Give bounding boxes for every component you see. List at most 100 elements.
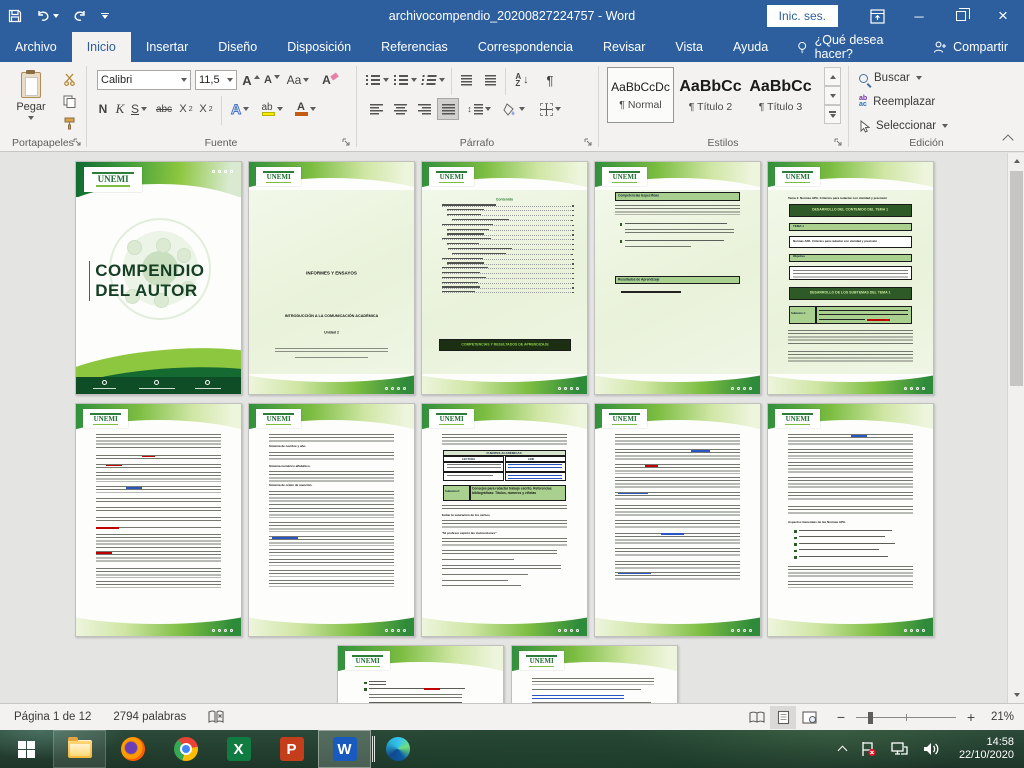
select-button[interactable]: Seleccionar — [859, 116, 948, 136]
document-page-7[interactable]: UNEMISistema de nombre y año.Sistema num… — [248, 403, 415, 637]
taskbar-chrome-icon[interactable] — [159, 730, 212, 768]
align-left-button[interactable] — [365, 98, 387, 120]
document-page-11[interactable]: UNEMI — [337, 645, 504, 703]
paragraph-dialog-launcher-icon[interactable] — [584, 138, 594, 148]
tab-diseño[interactable]: Diseño — [203, 32, 272, 62]
tab-referencias[interactable]: Referencias — [366, 32, 463, 62]
sort-button[interactable]: AZ↓ — [509, 69, 535, 91]
document-page-12[interactable]: UNEMI — [511, 645, 678, 703]
scroll-up-icon[interactable] — [1008, 153, 1024, 169]
style-card-título3[interactable]: AaBbCc¶ Título 3 — [747, 67, 814, 123]
document-page-8[interactable]: UNEMIFUENTES ACADÉMICASLECTURALINKSubtem… — [421, 403, 588, 637]
taskbar-edge-icon[interactable] — [371, 730, 424, 768]
font-dialog-launcher-icon[interactable] — [342, 138, 352, 148]
tab-insertar[interactable]: Insertar — [131, 32, 203, 62]
undo-icon[interactable] — [36, 10, 59, 23]
vertical-scrollbar[interactable] — [1007, 153, 1024, 703]
font-size-combo[interactable]: 11,5 — [195, 70, 237, 90]
change-case-button[interactable]: Aa — [285, 69, 311, 91]
document-page-10[interactable]: UNEMIAspectos Generales de las Normas AP… — [767, 403, 934, 637]
document-page-2[interactable]: UNEMIINFORMES Y ENSAYOSINTRODUCCIÓN A LA… — [248, 161, 415, 395]
redo-icon[interactable] — [73, 10, 87, 23]
customize-quick-access-icon[interactable] — [101, 13, 109, 19]
tab-revisar[interactable]: Revisar — [588, 32, 660, 62]
document-page-9[interactable]: UNEMI — [594, 403, 761, 637]
save-icon[interactable] — [8, 9, 22, 23]
tab-archivo[interactable]: Archivo — [0, 32, 72, 62]
document-page-5[interactable]: UNEMITema 1: Normas APA. Criterios para … — [767, 161, 934, 395]
styles-dialog-launcher-icon[interactable] — [834, 138, 844, 148]
bullets-button[interactable] — [365, 69, 389, 91]
document-page-6[interactable]: UNEMI — [75, 403, 242, 637]
borders-button[interactable] — [535, 98, 565, 120]
clipboard-dialog-launcher-icon[interactable] — [73, 138, 83, 148]
subscript-button[interactable]: X2 — [177, 98, 195, 120]
tab-inicio[interactable]: Inicio — [72, 32, 131, 62]
align-right-button[interactable] — [413, 98, 435, 120]
clear-formatting-button[interactable]: A — [319, 69, 341, 91]
taskbar-clock[interactable]: 14:58 22/10/2020 — [953, 736, 1014, 762]
tab-vista[interactable]: Vista — [660, 32, 718, 62]
increase-indent-button[interactable] — [479, 69, 501, 91]
align-center-button[interactable] — [389, 98, 411, 120]
tab-correspondencia[interactable]: Correspondencia — [463, 32, 588, 62]
tab-ayuda[interactable]: Ayuda — [718, 32, 783, 62]
read-mode-button[interactable] — [744, 706, 770, 729]
find-button[interactable]: Buscar — [859, 68, 922, 88]
superscript-button[interactable]: X2 — [197, 98, 215, 120]
taskbar-start-icon[interactable] — [0, 730, 53, 768]
format-painter-button[interactable] — [58, 112, 80, 134]
network-icon[interactable] — [890, 741, 909, 757]
font-name-combo[interactable]: Calibri — [97, 70, 191, 90]
taskbar-excel-icon[interactable]: X — [212, 730, 265, 768]
page-indicator[interactable]: Página 1 de 12 — [14, 711, 91, 723]
justify-button[interactable] — [437, 98, 459, 120]
collapse-ribbon-icon[interactable] — [1000, 133, 1016, 147]
close-button[interactable]: × — [982, 0, 1024, 32]
styles-scroll-down-icon[interactable] — [824, 86, 841, 105]
shrink-font-button[interactable]: A — [263, 69, 281, 91]
cut-button[interactable] — [58, 68, 80, 90]
styles-more-icon[interactable] — [824, 105, 841, 124]
action-center-flag-icon[interactable] — [859, 740, 877, 758]
document-page-1[interactable]: UNEMICOMPENDIODEL AUTOR — [75, 161, 242, 395]
zoom-level[interactable]: 21% — [982, 711, 1014, 723]
scrollbar-thumb[interactable] — [1010, 171, 1023, 386]
shading-button[interactable] — [499, 98, 529, 120]
font-color-button[interactable]: A — [291, 98, 319, 120]
print-layout-button[interactable] — [770, 706, 796, 729]
style-card-título2[interactable]: AaBbCc¶ Título 2 — [677, 67, 744, 123]
show-marks-button[interactable]: ¶ — [541, 69, 559, 91]
styles-scroll-up-icon[interactable] — [824, 67, 841, 86]
tray-expand-icon[interactable] — [837, 746, 847, 756]
line-spacing-button[interactable]: ↕ — [465, 98, 493, 120]
bold-button[interactable]: N — [95, 98, 111, 120]
share-button[interactable]: Compartir — [917, 32, 1024, 62]
document-page-4[interactable]: UNEMICompetencias EspecíficasResultados … — [594, 161, 761, 395]
scroll-down-icon[interactable] — [1008, 687, 1024, 703]
document-page-3[interactable]: UNEMIContenidoCOMPETENCIAS Y RESULTADOS … — [421, 161, 588, 395]
zoom-slider-thumb[interactable] — [868, 712, 873, 724]
italic-button[interactable]: K — [113, 98, 127, 120]
zoom-out-icon[interactable]: − — [832, 709, 850, 725]
tell-me-box[interactable]: ¿Qué desea hacer? — [783, 32, 917, 62]
restore-button[interactable] — [940, 0, 982, 32]
replace-button[interactable]: abac Reemplazar — [859, 92, 935, 112]
undo-dropdown-icon[interactable] — [53, 14, 59, 18]
ribbon-display-options-icon[interactable] — [856, 0, 898, 32]
text-effects-button[interactable]: A — [227, 98, 253, 120]
word-count[interactable]: 2794 palabras — [113, 711, 186, 723]
zoom-in-icon[interactable]: + — [962, 709, 980, 725]
minimize-button[interactable]: ─ — [898, 0, 940, 32]
document-canvas[interactable]: UNEMICOMPENDIODEL AUTORUNEMIINFORMES Y E… — [0, 153, 1024, 703]
underline-button[interactable]: S — [129, 98, 149, 120]
paste-button[interactable]: Pegar — [8, 68, 54, 134]
numbering-button[interactable] — [393, 69, 417, 91]
proofing-status-icon[interactable] — [208, 710, 224, 724]
taskbar-powerpoint-icon[interactable]: P — [265, 730, 318, 768]
copy-button[interactable] — [58, 90, 80, 112]
web-layout-button[interactable] — [796, 706, 822, 729]
taskbar-word-icon[interactable]: W — [318, 730, 371, 768]
highlight-color-button[interactable]: ab — [257, 98, 287, 120]
volume-icon[interactable] — [922, 741, 940, 757]
